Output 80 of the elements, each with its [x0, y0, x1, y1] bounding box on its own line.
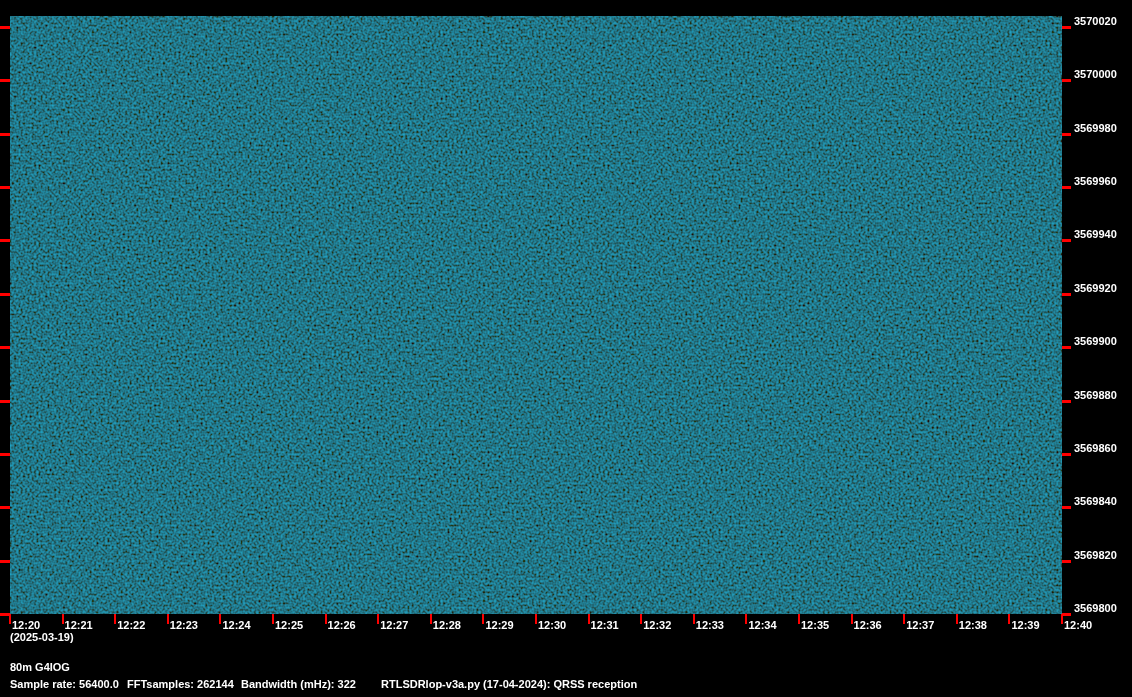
tick-mark [0, 79, 10, 83]
time-label: 12:34 [748, 619, 777, 632]
tick-mark [61, 614, 64, 624]
tick-mark [1062, 79, 1071, 83]
frequency-label: 3569900 [1074, 335, 1117, 349]
frequency-label: 3569960 [1074, 175, 1117, 189]
time-label: 12:20 [12, 619, 41, 632]
tick-mark [114, 614, 117, 624]
tick-mark [429, 614, 432, 624]
info-text: FFTsamples: 262144 [127, 678, 235, 691]
tick-mark [0, 186, 10, 190]
tick-mark [850, 614, 853, 624]
tick-mark [692, 614, 695, 624]
tick-mark [482, 614, 485, 624]
time-label: 12:26 [327, 619, 356, 632]
time-label: 12:29 [485, 619, 514, 632]
time-label: 12:39 [1011, 619, 1040, 632]
tick-mark [0, 399, 10, 403]
time-label: 12:23 [169, 619, 198, 632]
tick-mark [377, 614, 380, 624]
tick-mark [1062, 26, 1071, 29]
date-label: (2025-03-19) [10, 631, 74, 644]
time-label: 12:36 [853, 619, 882, 632]
tick-mark [1062, 292, 1071, 296]
tick-mark [166, 614, 169, 624]
tick-mark [1062, 132, 1071, 136]
station-label: 80m G4IOG [10, 661, 71, 674]
tick-mark [1062, 506, 1071, 510]
tick-mark [1062, 346, 1071, 350]
tick-mark [1008, 614, 1011, 624]
frequency-label: 3570000 [1074, 68, 1117, 82]
time-label: 12:33 [695, 619, 724, 632]
tick-mark [324, 614, 327, 624]
time-label: 12:27 [380, 619, 409, 632]
time-label: 12:40 [1064, 619, 1093, 632]
tick-mark [0, 506, 10, 510]
tick-mark [1062, 186, 1071, 190]
time-label: 12:22 [117, 619, 146, 632]
info-text: Bandwidth (mHz): 322 [241, 678, 357, 691]
frequency-label: 3569880 [1074, 388, 1117, 402]
time-label: 12:24 [222, 619, 251, 632]
frequency-label: 3569800 [1074, 602, 1117, 615]
frequency-label: 3569940 [1074, 228, 1117, 242]
tick-mark [535, 614, 537, 624]
frequency-label: 3569840 [1074, 495, 1117, 509]
info-text: Sample rate: 56400.0 [10, 678, 120, 691]
frequency-label: 3570020 [1074, 15, 1117, 28]
tick-mark [1062, 399, 1071, 403]
tick-mark [1062, 239, 1071, 243]
tick-mark [0, 346, 10, 350]
tick-mark [1062, 559, 1071, 563]
time-label: 12:21 [64, 619, 93, 632]
time-label: 12:32 [643, 619, 672, 632]
tick-mark [798, 614, 800, 624]
tick-mark [0, 292, 10, 296]
tick-mark [587, 614, 590, 624]
time-label: 12:25 [275, 619, 304, 632]
tick-mark [0, 26, 10, 29]
time-label: 12:35 [801, 619, 830, 632]
tick-mark [0, 239, 10, 243]
tick-mark [955, 614, 958, 624]
tick-mark [903, 614, 906, 624]
tick-mark [0, 559, 10, 563]
tick-mark [219, 614, 222, 624]
frequency-label: 3569820 [1074, 548, 1117, 562]
tick-mark [1062, 452, 1071, 456]
time-label: 12:37 [906, 619, 935, 632]
tick-mark [0, 452, 10, 456]
info-text: RTLSDRlop-v3a.py (17-04-2024): QRSS reception [381, 678, 638, 691]
tick-mark [272, 614, 274, 624]
frequency-label: 3569920 [1074, 281, 1117, 295]
frequency-label: 3569980 [1074, 121, 1117, 135]
tick-mark [640, 614, 643, 624]
time-label: 12:38 [958, 619, 987, 632]
frequency-label: 3569860 [1074, 441, 1117, 455]
time-label: 12:28 [432, 619, 461, 632]
time-label: 12:31 [590, 619, 619, 632]
tick-mark [745, 614, 748, 624]
time-label: 12:30 [538, 619, 567, 632]
tick-mark [0, 132, 10, 136]
